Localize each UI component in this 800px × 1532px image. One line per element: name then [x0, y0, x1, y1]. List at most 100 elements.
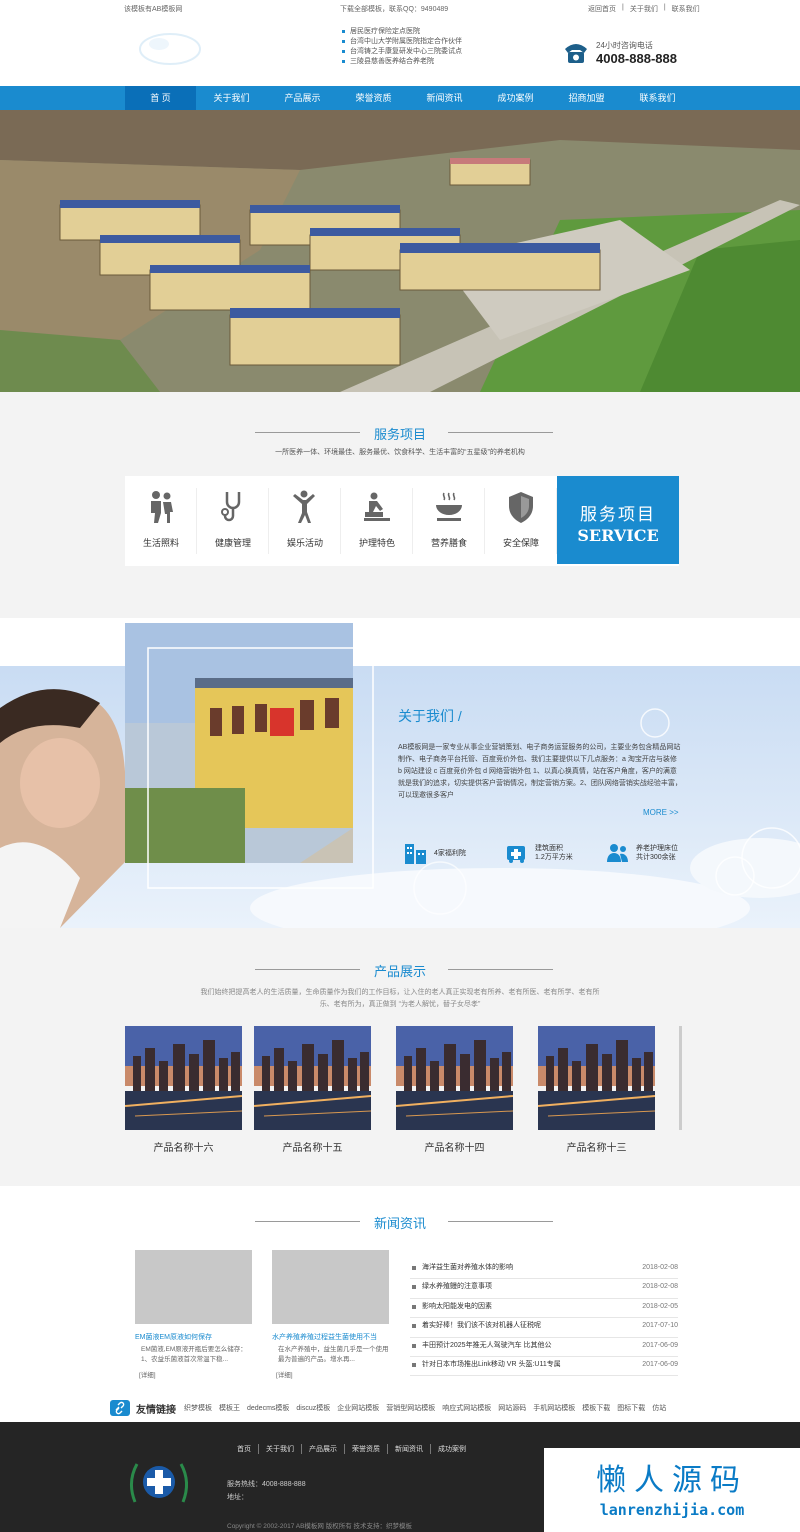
news-list-item[interactable]: 针对日本市场推出Link移动 VR 头盔:U11专属 2017-06-09: [410, 1357, 678, 1377]
footer-nav-home[interactable]: 首页: [230, 1444, 259, 1454]
friend-link[interactable]: 模板下载: [582, 1403, 610, 1413]
nav-home[interactable]: 首 页: [125, 86, 196, 110]
service-item-health[interactable]: 健康管理: [197, 476, 269, 566]
top-link-contact[interactable]: 联系我们: [672, 4, 700, 14]
news-item-title: 针对日本市场推出Link移动 VR 头盔:U11专属: [410, 1357, 561, 1375]
massage-icon: [364, 492, 390, 521]
footer-nav-cases[interactable]: 成功案例: [431, 1444, 473, 1454]
about-more-link[interactable]: MORE >>: [643, 808, 679, 817]
friend-link[interactable]: discuz模板: [296, 1403, 330, 1413]
friend-link[interactable]: 营销型网站模板: [386, 1403, 435, 1413]
hero-banner: [0, 110, 800, 392]
service-label: 娱乐活动: [286, 538, 323, 548]
news-list-item[interactable]: 影响太阳能发电的因素 2018-02-05: [410, 1299, 678, 1319]
service-banner-en: SERVICE: [577, 526, 659, 545]
product-card[interactable]: 产品名称十六: [124, 1026, 243, 1154]
welcome-text: 该模板有AB模板网: [124, 6, 183, 13]
product-scroll-edge: [679, 1026, 682, 1130]
stat-area: 建筑面积 1.2万平方米: [505, 842, 573, 864]
nav-products[interactable]: 产品展示: [267, 86, 338, 110]
footer-logo: [130, 1463, 188, 1503]
service-item-safety[interactable]: 安全保障: [485, 476, 557, 566]
news-card-detail-link[interactable]: [详细]: [272, 1369, 389, 1379]
friend-link[interactable]: 模板王: [219, 1403, 240, 1413]
friend-link[interactable]: 仿站: [652, 1403, 666, 1413]
services-title: 服务项目: [0, 424, 800, 443]
service-label: 生活照料: [142, 538, 179, 548]
news-item-title: 绿水养殖鳗的注意事项: [410, 1279, 492, 1297]
service-item-nursing[interactable]: 护理特色: [341, 476, 413, 566]
news-card-desc: 在水产养殖中，益生菌几乎是一个使用最为普遍的产品。增水再...: [278, 1346, 389, 1363]
news-list-item[interactable]: 丰田预计2025年推无人驾驶汽车 比其他公 2017-06-09: [410, 1338, 678, 1357]
top-link-about[interactable]: 关于我们: [630, 4, 658, 14]
product-name: 产品名称十三: [566, 1143, 627, 1154]
mission-item: 台湾铸之手康复研发中心三院委试点: [342, 47, 462, 57]
nav-contact[interactable]: 联系我们: [622, 86, 693, 110]
nav-join[interactable]: 招商加盟: [551, 86, 622, 110]
product-card[interactable]: 产品名称十四: [395, 1026, 514, 1154]
news-item-date: 2018-02-08: [642, 1264, 678, 1271]
friend-link[interactable]: 织梦模板: [184, 1403, 212, 1413]
ambulance-icon: [507, 846, 525, 863]
bowl-icon: [436, 492, 462, 521]
service-label: 健康管理: [214, 538, 251, 548]
product-card[interactable]: 产品名称十五: [253, 1026, 372, 1154]
service-item-recreation[interactable]: 娱乐活动: [269, 476, 341, 566]
friend-link[interactable]: 图标下载: [617, 1403, 645, 1413]
news-item-date: 2018-02-05: [642, 1302, 678, 1310]
news-list: 海洋益生菌对养殖水体的影响 2018-02-08 绿水养殖鳗的注意事项 2018-0…: [410, 1260, 678, 1377]
news-card[interactable]: 水产养殖养殖过程益生菌使用不当 在水产养殖中，益生菌几乎是一个使用最为普遍的产品…: [272, 1250, 389, 1379]
news-item-title: 着实好棒！我们该不该对机器人征税呢: [410, 1318, 541, 1336]
news-card[interactable]: EM菌液EM原液如何保存 EM菌液,EM原液开瓶后要怎么储存：1、农益乐菌液首次…: [135, 1250, 252, 1379]
news-item-date: 2017-06-09: [642, 1341, 678, 1349]
friend-link[interactable]: 企业网站模板: [337, 1403, 379, 1413]
friend-link[interactable]: 手机网站模板: [533, 1403, 575, 1413]
nav-honors[interactable]: 荣誉资质: [338, 86, 409, 110]
product-name: 产品名称十五: [282, 1143, 343, 1154]
people-icon: [607, 844, 628, 862]
link-icon: [110, 1400, 130, 1416]
footer-nav-products[interactable]: 产品展示: [302, 1444, 345, 1454]
mission-item: 居民医疗保险定点医院: [342, 27, 462, 37]
news-title: 新闻资讯: [0, 1213, 800, 1232]
friend-link[interactable]: 响应式网站模板: [442, 1403, 491, 1413]
footer-nav-news[interactable]: 新闻资讯: [388, 1444, 431, 1454]
nav-cases[interactable]: 成功案例: [480, 86, 551, 110]
product-name: 产品名称十六: [153, 1143, 214, 1154]
service-label: 营养膳食: [430, 538, 467, 548]
footer-hotline: 服务热线：4008-888-888: [227, 1481, 306, 1488]
friend-link[interactable]: 网站源码: [498, 1403, 526, 1413]
site-logo[interactable]: [135, 30, 205, 68]
building-icon: [405, 844, 426, 864]
footer-nav-honors[interactable]: 荣誉资质: [345, 1444, 388, 1454]
service-banner[interactable]: 服务项目 SERVICE: [557, 476, 679, 564]
news-card-title[interactable]: 水产养殖养殖过程益生菌使用不当: [272, 1332, 389, 1342]
top-links: 返回首页 | 关于我们 | 联系我们: [588, 4, 700, 14]
news-card-title[interactable]: EM菌液EM原液如何保存: [135, 1332, 252, 1342]
news-thumbnail: [272, 1250, 389, 1324]
product-image: [124, 1026, 243, 1130]
news-thumbnail: [135, 1250, 252, 1324]
news-list-item[interactable]: 海洋益生菌对养殖水体的影响 2018-02-08: [410, 1260, 678, 1280]
stat-line: 1.2万平方米: [535, 854, 573, 861]
news-list-item[interactable]: 着实好棒！我们该不该对机器人征税呢 2017-07-10: [410, 1318, 678, 1338]
service-label: 安全保障: [502, 538, 539, 548]
friend-links-title: 友情链接: [136, 1404, 176, 1416]
friend-link[interactable]: dedecms模板: [247, 1403, 289, 1413]
service-item-nutrition[interactable]: 营养膳食: [413, 476, 485, 566]
product-card[interactable]: 产品名称十三: [537, 1026, 656, 1154]
news-list-item[interactable]: 绿水养殖鳗的注意事项 2018-02-08: [410, 1279, 678, 1299]
caregiver-icon: [151, 491, 173, 523]
footer-info: 服务热线：4008-888-888 地址：: [227, 1478, 306, 1504]
footer-nav-about[interactable]: 关于我们: [259, 1444, 302, 1454]
mission-item: 台湾中山大学附属医院指定合作伙伴: [342, 37, 462, 47]
services-subtitle: 一所医养一体、环境最佳、服务最优、饮食科学、生活丰富的“五星级”的养老机构: [275, 449, 525, 456]
news-card-detail-link[interactable]: [详细]: [135, 1369, 252, 1379]
stat-beds: 养老护理床位 共计300余张: [606, 842, 678, 864]
watermark: 懒人源码 lanrenzhijia.com: [544, 1448, 800, 1532]
nav-about[interactable]: 关于我们: [196, 86, 267, 110]
service-item-daily-care[interactable]: 生活照料: [125, 476, 197, 566]
top-link-home[interactable]: 返回首页: [588, 4, 616, 14]
nav-news[interactable]: 新闻资讯: [409, 86, 480, 110]
footer-address: 地址：: [227, 1494, 248, 1501]
